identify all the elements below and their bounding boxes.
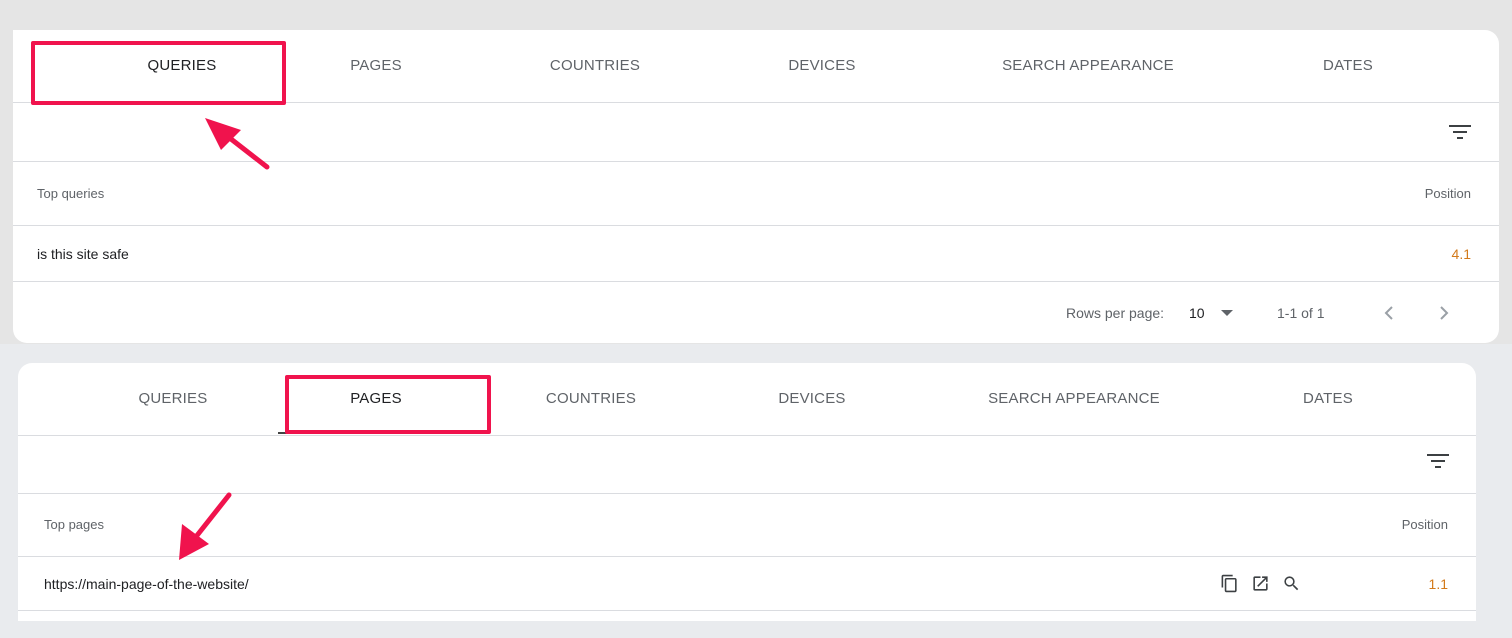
table-row[interactable]: https://main-page-of-the-website/ 1.1 — [18, 557, 1476, 611]
pagination: Rows per page: 10 1-1 of 1 — [13, 282, 1499, 343]
tab-devices[interactable]: DEVICES — [732, 363, 892, 435]
tab-queries[interactable]: QUERIES — [48, 30, 316, 102]
chevron-right-icon — [1440, 305, 1449, 320]
queries-panel: QUERIES PAGES COUNTRIES DEVICES SEARCH A… — [13, 30, 1499, 343]
column-header-position[interactable]: Position — [1425, 162, 1471, 225]
column-header-top-pages[interactable]: Top pages — [44, 493, 104, 556]
tab-pages[interactable]: PAGES — [296, 30, 456, 102]
filter-list-icon[interactable] — [1446, 118, 1474, 146]
tab-dates[interactable]: DATES — [1268, 30, 1428, 102]
tab-search-appearance[interactable]: SEARCH APPEARANCE — [988, 30, 1188, 102]
query-cell: is this site safe — [37, 245, 129, 262]
copy-icon[interactable] — [1220, 574, 1239, 593]
tab-countries[interactable]: COUNTRIES — [515, 30, 675, 102]
position-cell: 1.1 — [1429, 557, 1448, 610]
tab-queries[interactable]: QUERIES — [93, 363, 253, 435]
column-header-position[interactable]: Position — [1402, 493, 1448, 556]
page-range: 1-1 of 1 — [1277, 304, 1325, 321]
rows-per-page-select[interactable]: 10 — [1189, 282, 1233, 343]
row-actions — [1220, 557, 1301, 610]
position-value: 4.1 — [1451, 245, 1471, 262]
rows-per-page-label: Rows per page: — [1066, 304, 1165, 321]
column-header-top-queries[interactable]: Top queries — [37, 162, 104, 225]
previous-page-button[interactable] — [1379, 282, 1399, 343]
tab-pages[interactable]: PAGES — [296, 363, 456, 435]
open-in-new-icon[interactable] — [1251, 574, 1270, 593]
chevron-left-icon — [1384, 305, 1393, 320]
position-value: 1.1 — [1428, 575, 1448, 592]
table-header: Top queries Position — [13, 162, 1499, 226]
active-tab-indicator — [278, 432, 474, 434]
tab-bar: QUERIES PAGES COUNTRIES DEVICES SEARCH A… — [13, 30, 1499, 103]
page-url-cell: https://main-page-of-the-website/ — [44, 575, 249, 592]
pages-panel: QUERIES PAGES COUNTRIES DEVICES SEARCH A… — [18, 363, 1476, 621]
filter-row — [18, 435, 1476, 494]
position-cell: 4.1 — [1452, 226, 1471, 281]
filter-row — [13, 103, 1499, 162]
tab-countries[interactable]: COUNTRIES — [511, 363, 671, 435]
tab-bar: QUERIES PAGES COUNTRIES DEVICES SEARCH A… — [18, 363, 1476, 436]
table-row[interactable]: is this site safe 4.1 — [13, 226, 1499, 282]
search-icon[interactable] — [1282, 574, 1301, 593]
tab-devices[interactable]: DEVICES — [742, 30, 902, 102]
tab-search-appearance[interactable]: SEARCH APPEARANCE — [974, 363, 1174, 435]
filter-list-icon[interactable] — [1424, 447, 1452, 475]
tab-dates[interactable]: DATES — [1248, 363, 1408, 435]
next-page-button[interactable] — [1434, 282, 1454, 343]
rows-per-page-value: 10 — [1189, 304, 1205, 321]
chevron-down-icon — [1220, 309, 1233, 316]
table-header: Top pages Position — [18, 493, 1476, 557]
